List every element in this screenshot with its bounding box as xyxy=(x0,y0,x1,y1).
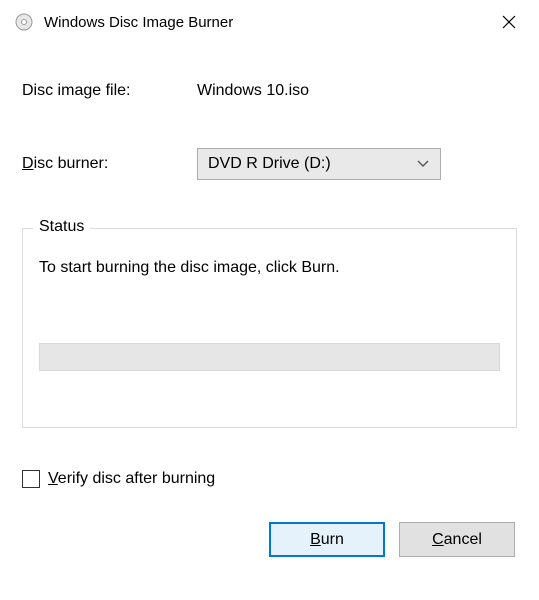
status-group: Status To start burning the disc image, … xyxy=(22,228,517,428)
verify-checkbox[interactable]: Verify disc after burning xyxy=(22,470,517,488)
checkbox-box xyxy=(22,470,40,488)
disc-burner-select[interactable]: DVD R Drive (D:) xyxy=(197,148,441,180)
disc-burner-selected: DVD R Drive (D:) xyxy=(208,155,416,173)
close-button[interactable] xyxy=(489,7,529,37)
button-row: Burn Cancel xyxy=(22,522,517,557)
chevron-down-icon xyxy=(416,160,430,168)
close-icon xyxy=(502,15,516,29)
dialog-content: Disc image file: Windows 10.iso Disc bur… xyxy=(0,42,539,600)
status-legend: Status xyxy=(33,218,90,236)
disc-burner-label: Disc burner: xyxy=(22,155,197,173)
titlebar: Windows Disc Image Burner xyxy=(0,0,539,42)
disc-image-value: Windows 10.iso xyxy=(197,82,309,100)
progress-bar xyxy=(39,343,500,371)
status-message: To start burning the disc image, click B… xyxy=(39,259,500,277)
window-title: Windows Disc Image Burner xyxy=(44,14,489,31)
burn-button[interactable]: Burn xyxy=(269,522,385,557)
disc-burner-icon xyxy=(14,12,34,32)
disc-burner-row: Disc burner: DVD R Drive (D:) xyxy=(22,148,517,180)
verify-label: Verify disc after burning xyxy=(48,470,215,488)
disc-image-label: Disc image file: xyxy=(22,82,197,100)
disc-image-row: Disc image file: Windows 10.iso xyxy=(22,76,517,106)
dialog-window: Windows Disc Image Burner Disc image fil… xyxy=(0,0,539,600)
cancel-button[interactable]: Cancel xyxy=(399,522,515,557)
